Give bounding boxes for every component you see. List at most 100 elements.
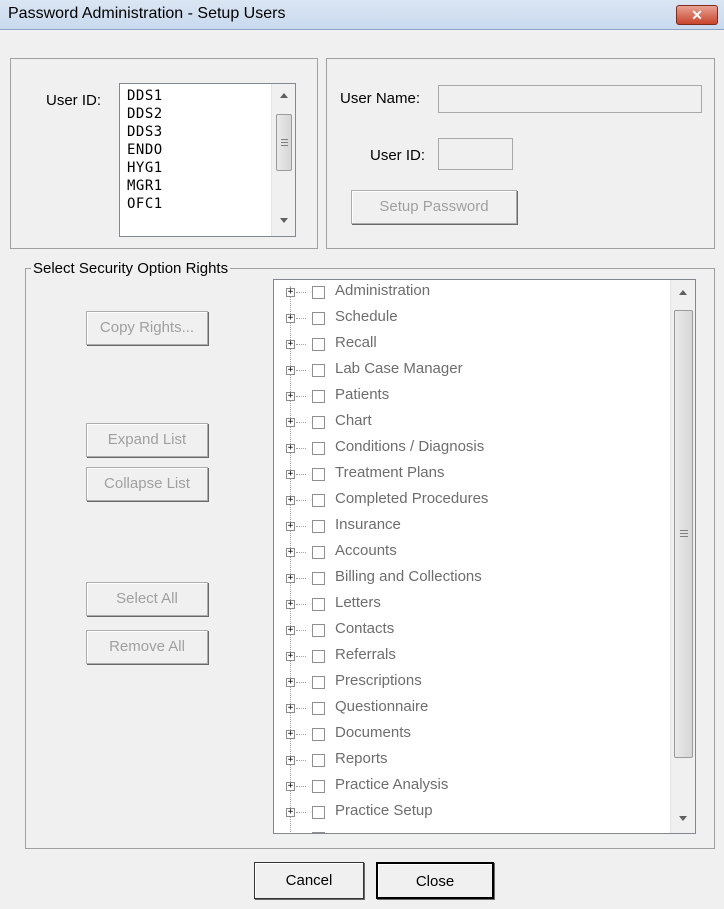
expand-plus-icon[interactable]: +: [286, 418, 295, 427]
user-id-field[interactable]: [438, 138, 513, 170]
scroll-thumb[interactable]: [276, 114, 292, 171]
user-list-item[interactable]: ENDO: [127, 141, 267, 159]
tree-item-checkbox[interactable]: [312, 546, 325, 559]
expand-plus-icon[interactable]: +: [286, 522, 295, 531]
tree-item-label: Referrals: [335, 646, 396, 663]
tree-item-checkbox[interactable]: [312, 650, 325, 663]
tree-scrollbar[interactable]: [670, 280, 695, 833]
user-list-item[interactable]: DDS1: [127, 87, 267, 105]
tree-item[interactable]: + Accounts: [274, 542, 664, 568]
select-all-button[interactable]: Select All: [86, 582, 208, 616]
user-list-item[interactable]: OFC1: [127, 195, 267, 213]
tree-item-checkbox[interactable]: [312, 624, 325, 637]
scroll-down-icon[interactable]: [280, 218, 288, 223]
tree-item[interactable]: + Billing and Collections: [274, 568, 664, 594]
expand-plus-icon[interactable]: +: [286, 652, 295, 661]
tree-item-checkbox[interactable]: [312, 442, 325, 455]
remove-all-button[interactable]: Remove All: [86, 630, 208, 664]
tree-item-checkbox[interactable]: [312, 806, 325, 819]
expand-plus-icon[interactable]: +: [286, 678, 295, 687]
tree-item-checkbox[interactable]: [312, 832, 325, 833]
tree-item[interactable]: + Practice Analysis: [274, 776, 664, 802]
tree-item[interactable]: + Reports: [274, 750, 664, 776]
tree-scroll-up-icon[interactable]: [679, 290, 687, 295]
expand-plus-icon[interactable]: +: [286, 756, 295, 765]
expand-plus-icon[interactable]: +: [286, 574, 295, 583]
tree-item-checkbox[interactable]: [312, 312, 325, 325]
tree-item-checkbox[interactable]: [312, 364, 325, 377]
tree-item[interactable]: + Administration: [274, 282, 664, 308]
collapse-list-button[interactable]: Collapse List: [86, 467, 208, 501]
scroll-up-icon[interactable]: [280, 93, 288, 98]
tree-item-partial[interactable]: +: [274, 828, 664, 833]
tree-item[interactable]: + Letters: [274, 594, 664, 620]
expand-plus-icon[interactable]: +: [286, 808, 295, 817]
tree-item[interactable]: + Recall: [274, 334, 664, 360]
tree-item-checkbox[interactable]: [312, 572, 325, 585]
tree-item-label: Practice Analysis: [335, 776, 449, 793]
expand-plus-icon[interactable]: +: [286, 340, 295, 349]
tree-item[interactable]: + Practice Setup: [274, 802, 664, 828]
tree-item-label: Contacts: [335, 620, 395, 637]
tree-item[interactable]: + Completed Procedures: [274, 490, 664, 516]
expand-plus-icon[interactable]: +: [286, 548, 295, 557]
tree-item[interactable]: + Referrals: [274, 646, 664, 672]
expand-plus-icon[interactable]: +: [286, 444, 295, 453]
tree-scroll-thumb[interactable]: [674, 310, 693, 758]
tree-item-checkbox[interactable]: [312, 338, 325, 351]
tree-item[interactable]: + Treatment Plans: [274, 464, 664, 490]
tree-connector: [296, 526, 306, 527]
tree-item[interactable]: + Schedule: [274, 308, 664, 334]
expand-plus-icon[interactable]: +: [286, 626, 295, 635]
security-tree-view[interactable]: + Administration + Schedule + Recall + Lab Case…: [273, 279, 696, 834]
user-list-item[interactable]: HYG1: [127, 159, 267, 177]
tree-item-checkbox[interactable]: [312, 676, 325, 689]
tree-item[interactable]: + Conditions / Diagnosis: [274, 438, 664, 464]
close-button[interactable]: Close: [376, 862, 494, 899]
user-name-field[interactable]: [438, 85, 702, 113]
user-list-item[interactable]: DDS2: [127, 105, 267, 123]
tree-item-checkbox[interactable]: [312, 598, 325, 611]
expand-plus-icon[interactable]: +: [286, 314, 295, 323]
expand-plus-icon[interactable]: +: [286, 600, 295, 609]
expand-plus-icon[interactable]: +: [286, 288, 295, 297]
user-id-listbox[interactable]: DDS1 DDS2 DDS3 ENDO HYG1 MGR1 OFC1: [119, 83, 296, 237]
setup-password-button[interactable]: Setup Password: [351, 190, 517, 224]
tree-connector: [296, 812, 306, 813]
expand-plus-icon[interactable]: +: [286, 730, 295, 739]
tree-item-label: Documents: [335, 724, 411, 741]
expand-plus-icon[interactable]: +: [286, 470, 295, 479]
tree-item[interactable]: + Lab Case Manager: [274, 360, 664, 386]
tree-item[interactable]: + Prescriptions: [274, 672, 664, 698]
expand-plus-icon[interactable]: +: [286, 704, 295, 713]
tree-item[interactable]: + Questionnaire: [274, 698, 664, 724]
expand-plus-icon[interactable]: +: [286, 782, 295, 791]
copy-rights-button[interactable]: Copy Rights...: [86, 311, 208, 345]
tree-item-checkbox[interactable]: [312, 416, 325, 429]
tree-item-checkbox[interactable]: [312, 286, 325, 299]
expand-plus-icon[interactable]: +: [286, 392, 295, 401]
tree-item[interactable]: + Patients: [274, 386, 664, 412]
tree-item[interactable]: + Documents: [274, 724, 664, 750]
tree-item[interactable]: + Insurance: [274, 516, 664, 542]
tree-item-checkbox[interactable]: [312, 390, 325, 403]
close-icon[interactable]: ✕: [676, 5, 718, 25]
tree-item-checkbox[interactable]: [312, 702, 325, 715]
tree-item[interactable]: + Chart: [274, 412, 664, 438]
user-list-item[interactable]: MGR1: [127, 177, 267, 195]
expand-plus-icon[interactable]: +: [286, 366, 295, 375]
user-list-scrollbar[interactable]: [271, 84, 295, 236]
tree-item-checkbox[interactable]: [312, 494, 325, 507]
tree-item-checkbox[interactable]: [312, 520, 325, 533]
cancel-button[interactable]: Cancel: [254, 862, 364, 899]
tree-item-checkbox[interactable]: [312, 728, 325, 741]
tree-item-checkbox[interactable]: [312, 780, 325, 793]
tree-item-checkbox[interactable]: [312, 468, 325, 481]
tree-scroll-down-icon[interactable]: [679, 816, 687, 821]
tree-item-checkbox[interactable]: [312, 754, 325, 767]
tree-connector: [296, 422, 306, 423]
expand-plus-icon[interactable]: +: [286, 496, 295, 505]
user-list-item[interactable]: DDS3: [127, 123, 267, 141]
tree-item[interactable]: + Contacts: [274, 620, 664, 646]
expand-list-button[interactable]: Expand List: [86, 423, 208, 457]
